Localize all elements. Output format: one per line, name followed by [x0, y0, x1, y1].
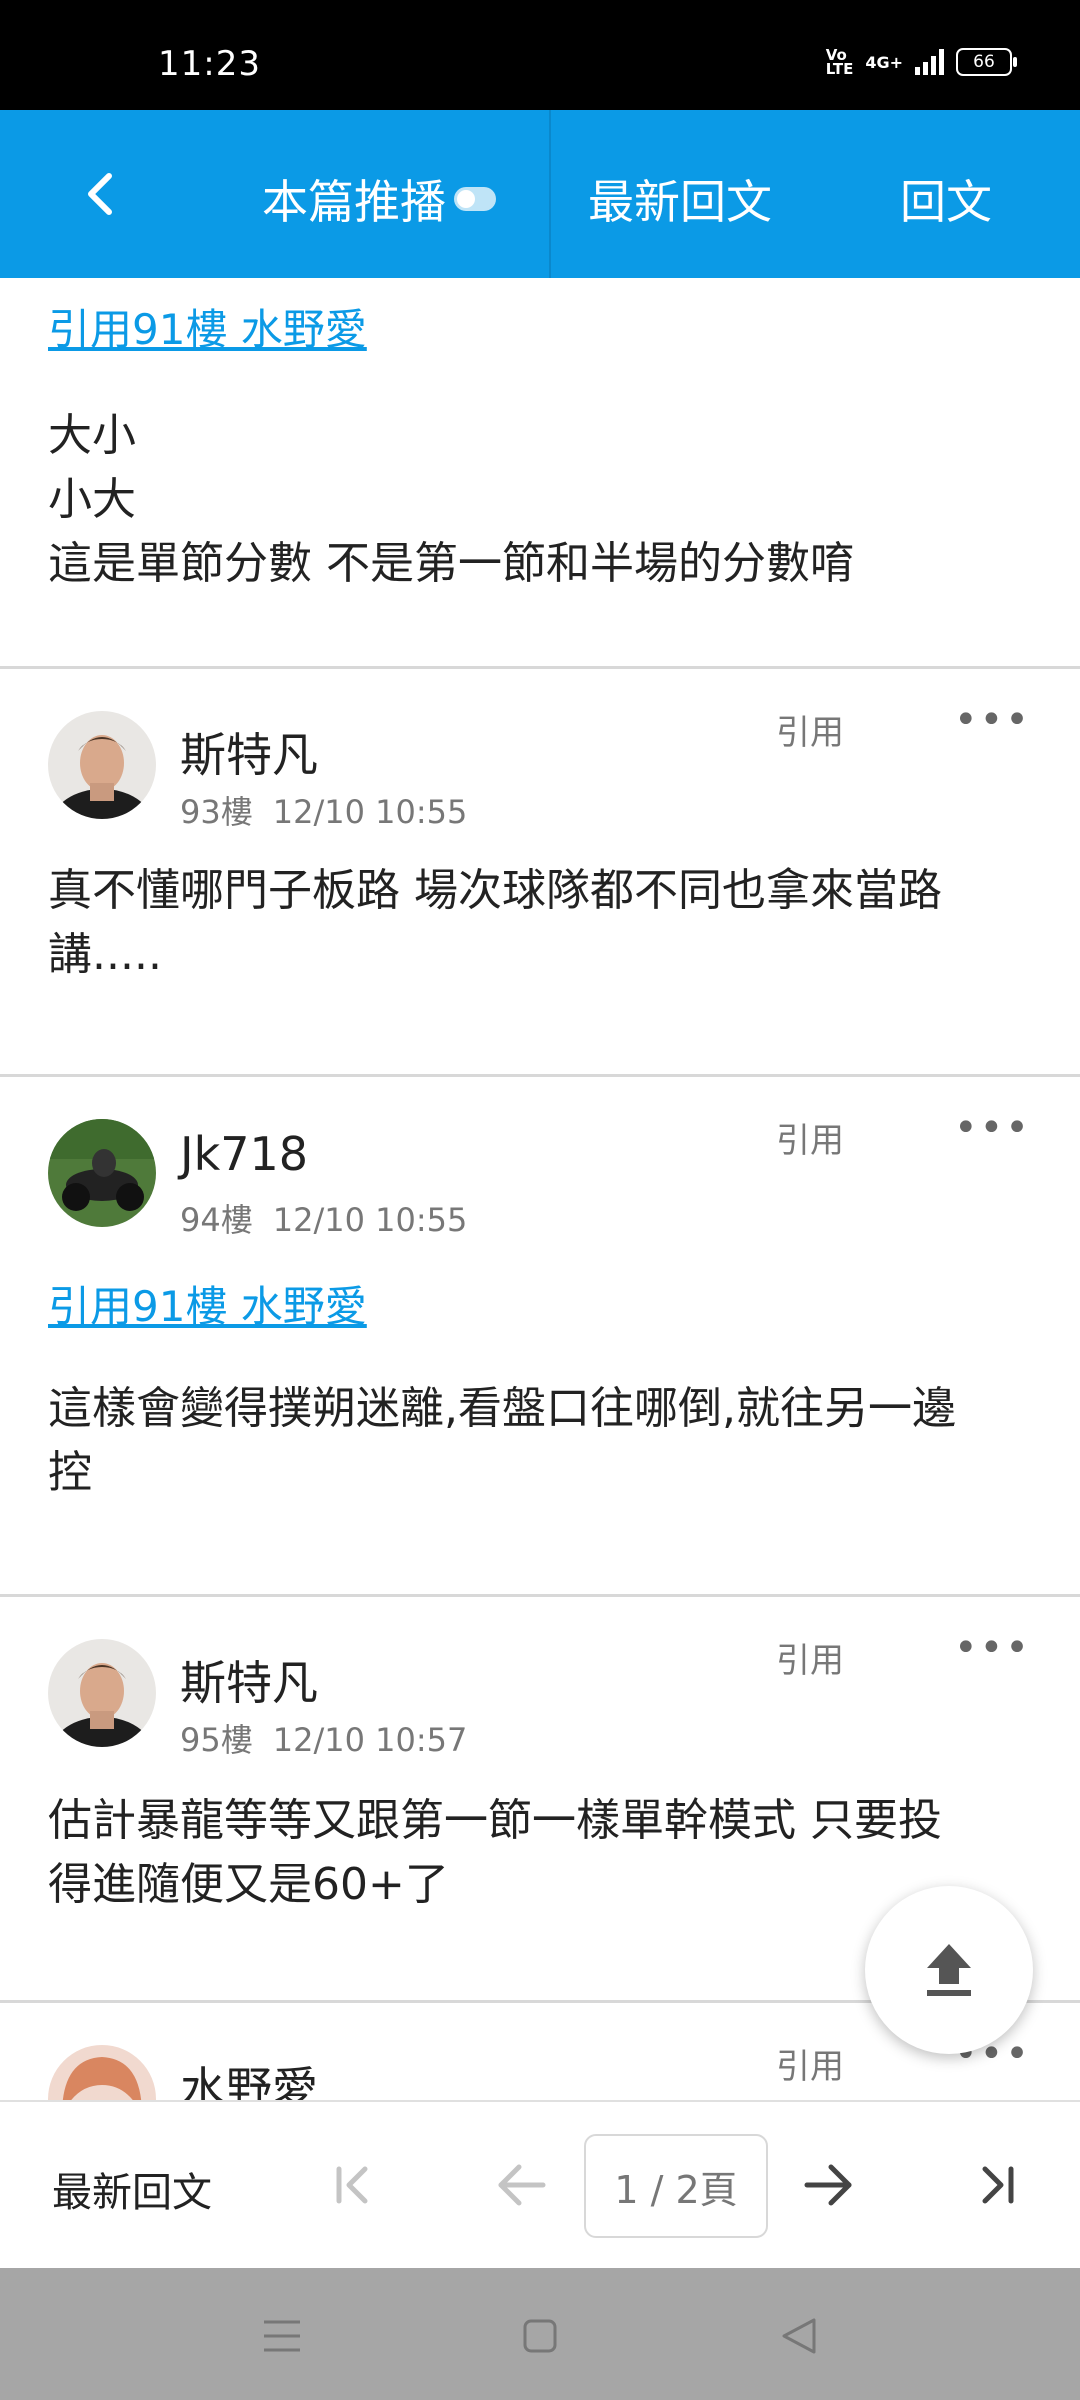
- network-type: 4G+: [865, 52, 903, 72]
- tab-push-notification[interactable]: 本篇推播: [262, 166, 496, 232]
- app-bar: 本篇推播 最新回文 回文: [0, 110, 1080, 278]
- latest-replies-button[interactable]: 最新回文: [52, 2160, 212, 2218]
- home-square-icon: [523, 2319, 557, 2353]
- back-system-button[interactable]: [770, 2308, 826, 2364]
- back-button[interactable]: [60, 154, 140, 234]
- post-body: 真不懂哪門子板路 場次球隊都不同也拿來當路 講.....: [48, 859, 1038, 987]
- post-time: 12/10 10:55: [272, 1201, 468, 1239]
- avatar-image: [48, 1119, 156, 1227]
- avatar[interactable]: [48, 2045, 156, 2100]
- body-line: 小大: [48, 474, 136, 525]
- back-triangle-icon: [782, 2318, 816, 2354]
- tab-push-label: 本篇推播: [262, 175, 446, 229]
- status-bar: 11:23 Vo LTE 4G+ 66: [0, 0, 1080, 110]
- body-line: 講.....: [48, 929, 162, 980]
- floor-number: 93樓: [180, 793, 253, 831]
- post-body: 大小 小大 這是單節分數 不是第一節和半場的分數唷: [48, 404, 1038, 596]
- avatar-image: [48, 711, 156, 819]
- post-meta: 94樓 12/10 10:55: [180, 1195, 467, 1241]
- username[interactable]: 水野愛: [180, 2053, 318, 2100]
- menu-icon: [264, 2320, 300, 2352]
- status-icons: Vo LTE 4G+ 66: [825, 46, 1017, 78]
- quote-button[interactable]: 引用: [776, 2039, 844, 2088]
- last-page-icon: [982, 2166, 1014, 2204]
- quote-button[interactable]: 引用: [776, 705, 844, 754]
- quote-button[interactable]: 引用: [776, 1633, 844, 1682]
- body-line: 估計暴龍等等又跟第一節一樣單幹模式 只要投: [48, 1795, 942, 1846]
- post-meta: 95樓 12/10 10:57: [180, 1715, 467, 1761]
- thread-content[interactable]: 引用91樓 水野愛 大小 小大 這是單節分數 不是第一節和半場的分數唷 斯特凡 …: [0, 278, 1080, 2100]
- arrow-left-icon: [498, 2164, 546, 2206]
- post-item: 斯特凡 93樓 12/10 10:55 引用 ••• 真不懂哪門子板路 場次球隊都…: [0, 669, 1080, 1076]
- scroll-to-top-button[interactable]: [865, 1886, 1033, 2054]
- avatar-image: [48, 1639, 156, 1747]
- body-line: 真不懂哪門子板路 場次球隊都不同也拿來當路: [48, 865, 942, 916]
- username[interactable]: 斯特凡: [180, 1647, 318, 1713]
- header-divider: [549, 110, 551, 278]
- prev-page-button[interactable]: [486, 2150, 556, 2220]
- last-page-button[interactable]: [962, 2150, 1032, 2220]
- body-line: 這是單節分數 不是第一節和半場的分數唷: [48, 538, 854, 589]
- floor-number: 95樓: [180, 1721, 253, 1759]
- upload-arrow-icon: [927, 1944, 971, 1996]
- first-page-button[interactable]: [318, 2150, 388, 2220]
- page-indicator[interactable]: 1 / 2頁: [584, 2134, 768, 2238]
- quote-link[interactable]: 引用91樓 水野愛: [48, 296, 367, 357]
- more-options-button[interactable]: •••: [954, 1625, 1031, 1671]
- more-options-button[interactable]: •••: [954, 697, 1031, 743]
- floor-number: 94樓: [180, 1201, 253, 1239]
- username[interactable]: 斯特凡: [180, 719, 318, 785]
- arrow-right-icon: [804, 2164, 852, 2206]
- push-toggle[interactable]: [454, 187, 496, 211]
- system-navigation-bar: [0, 2268, 1080, 2400]
- tab-latest-replies[interactable]: 最新回文: [588, 166, 772, 232]
- status-time: 11:23: [158, 44, 261, 84]
- signal-icon: [915, 49, 944, 75]
- body-line: 大小: [48, 410, 136, 461]
- avatar[interactable]: [48, 1119, 156, 1227]
- post-item: Jk718 94樓 12/10 10:55 引用 ••• 引用91樓 水野愛 這樣…: [0, 1077, 1080, 1597]
- avatar[interactable]: [48, 1639, 156, 1747]
- chevron-left-icon: [88, 173, 112, 215]
- avatar[interactable]: [48, 711, 156, 819]
- quote-link[interactable]: 引用91樓 水野愛: [48, 1273, 367, 1334]
- body-line: 控: [48, 1447, 92, 1498]
- more-options-button[interactable]: •••: [954, 1105, 1031, 1151]
- quote-button[interactable]: 引用: [776, 1113, 844, 1162]
- tab-reply[interactable]: 回文: [900, 166, 992, 232]
- username[interactable]: Jk718: [180, 1127, 308, 1181]
- pagination-bar: 最新回文 1 / 2頁: [0, 2100, 1080, 2270]
- next-page-button[interactable]: [794, 2150, 864, 2220]
- body-line: 得進隨便又是60+了: [48, 1859, 449, 1910]
- post-fragment: 引用91樓 水野愛 大小 小大 這是單節分數 不是第一節和半場的分數唷: [0, 278, 1080, 668]
- post-time: 12/10 10:55: [272, 793, 468, 831]
- post-body: 估計暴龍等等又跟第一節一樣單幹模式 只要投 得進隨便又是60+了: [48, 1789, 1038, 1917]
- post-time: 12/10 10:57: [272, 1721, 468, 1759]
- body-line: 這樣會變得撲朔迷離,看盤口往哪倒,就往另一邊: [48, 1383, 956, 1434]
- volte-icon: Vo LTE: [825, 46, 854, 78]
- battery-level: 66: [973, 52, 995, 72]
- avatar-image: [48, 2045, 156, 2100]
- first-page-icon: [336, 2166, 368, 2204]
- battery-icon: 66: [956, 48, 1017, 76]
- post-body: 這樣會變得撲朔迷離,看盤口往哪倒,就往另一邊 控: [48, 1377, 1038, 1505]
- post-meta: 93樓 12/10 10:55: [180, 787, 467, 833]
- menu-button[interactable]: [254, 2308, 310, 2364]
- home-button[interactable]: [512, 2308, 568, 2364]
